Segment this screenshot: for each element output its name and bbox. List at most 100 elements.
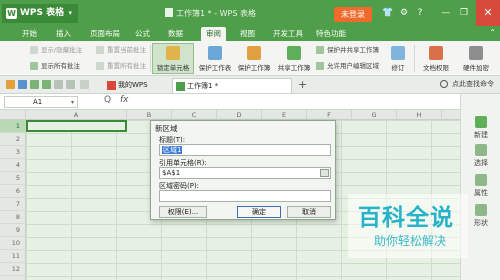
settings-icon[interactable]: ⚙ — [398, 7, 410, 19]
add-tab-icon[interactable]: + — [298, 78, 307, 91]
column-header-b[interactable]: B — [127, 110, 172, 120]
login-button[interactable]: 未登录 — [334, 7, 372, 22]
formula-bar: A1 ▾ Q fx — [0, 94, 460, 110]
show-hide-comment-button[interactable]: 显示/隐藏批注 — [30, 44, 82, 56]
fx-icon[interactable]: fx — [120, 95, 129, 105]
save-icon[interactable] — [18, 80, 27, 89]
tab-page-layout[interactable]: 页面布局 — [90, 28, 120, 40]
column-header-h[interactable]: H — [397, 110, 442, 120]
more-icon[interactable] — [80, 80, 89, 89]
doc-permission-button[interactable]: 文档权限 — [418, 43, 454, 74]
selected-cell[interactable] — [26, 120, 127, 132]
wps-logo-icon — [107, 81, 116, 90]
cursor-icon — [475, 144, 487, 156]
row-header[interactable]: 2 — [0, 133, 26, 146]
formula-input[interactable] — [134, 96, 456, 108]
tab-special[interactable]: 特色功能 — [316, 28, 346, 40]
row-header[interactable]: 12 — [0, 263, 26, 276]
protect-sheet-button[interactable]: 保护工作表 — [196, 43, 234, 74]
minimize-icon[interactable]: — — [440, 7, 452, 19]
tab-formula[interactable]: 公式 — [135, 28, 150, 40]
share-icon — [287, 46, 301, 60]
app-menu-button[interactable]: W WPS 表格 ▾ — [2, 4, 78, 23]
row-header[interactable]: 4 — [0, 159, 26, 172]
menu-bar: 开始 插入 页面布局 公式 数据 审阅 视图 开发工具 特色功能 ⌃ — [0, 26, 500, 41]
column-header-f[interactable]: F — [307, 110, 352, 120]
watermark-title: 百科全说 — [358, 205, 454, 231]
comments-icon — [30, 62, 38, 70]
panel-shapes[interactable]: 形状 — [465, 204, 497, 228]
allow-edit-ranges-button[interactable]: 允许用户编辑区域 — [316, 60, 379, 72]
permissions-button[interactable]: 权限(E)... — [159, 206, 207, 218]
comments-icon — [96, 62, 104, 70]
name-box[interactable]: A1 ▾ — [4, 96, 78, 108]
protect-workbook-button[interactable]: 保护工作簿 — [234, 43, 274, 74]
row-header[interactable]: 11 — [0, 250, 26, 263]
column-header-g[interactable]: G — [352, 110, 397, 120]
reset-all-comments-button[interactable]: 重置所有批注 — [96, 60, 146, 72]
skin-icon[interactable]: 👕 — [382, 7, 394, 19]
title-field[interactable]: 区域1 — [159, 144, 331, 156]
collapse-ribbon-icon[interactable]: ⌃ — [489, 28, 496, 37]
reset-current-comment-button[interactable]: 重置当前批注 — [96, 44, 146, 56]
track-changes-button[interactable]: 修订 — [386, 43, 410, 74]
undo-icon[interactable] — [54, 80, 63, 89]
tab-developer[interactable]: 开发工具 — [273, 28, 303, 40]
comment-icon — [96, 46, 104, 54]
row-header[interactable]: 7 — [0, 198, 26, 211]
watermark-subtitle: 助你轻松解决 — [374, 234, 447, 248]
lock-cell-button[interactable]: 锁定单元格 — [152, 43, 194, 74]
tab-workbook[interactable]: 工作簿1 * — [172, 78, 292, 93]
select-all-corner[interactable] — [0, 110, 26, 120]
ok-button[interactable]: 确定 — [237, 206, 281, 218]
panel-select[interactable]: 选择 — [465, 144, 497, 168]
column-header-a[interactable]: A — [26, 110, 127, 120]
revision-icon — [391, 46, 405, 60]
chevron-down-icon: ▾ — [70, 99, 74, 106]
tab-insert[interactable]: 插入 — [56, 28, 71, 40]
tab-data[interactable]: 数据 — [168, 28, 183, 40]
collapse-dialog-icon[interactable] — [320, 169, 329, 177]
row-header[interactable]: 3 — [0, 146, 26, 159]
zoom-icon[interactable]: Q — [104, 95, 111, 105]
show-all-comments-button[interactable]: 显示所有批注 — [30, 60, 80, 72]
new-icon — [475, 116, 487, 128]
tab-start[interactable]: 开始 — [22, 28, 37, 40]
redo-icon[interactable] — [66, 80, 75, 89]
quick-access-bar: 我的WPS 工作簿1 * + 点此查找命令 — [0, 76, 500, 94]
column-header-c[interactable]: C — [172, 110, 217, 120]
password-field[interactable] — [159, 190, 331, 202]
usb-key-icon — [469, 46, 483, 60]
column-header-e[interactable]: E — [262, 110, 307, 120]
protect-share-workbook-button[interactable]: 保护并共享工作簿 — [316, 44, 379, 56]
panel-new[interactable]: 新建 — [465, 116, 497, 140]
new-range-dialog: 新区域 标题(T): 区域1 引用单元格(R): $A$1 区域密码(P): 权… — [150, 120, 336, 220]
maximize-icon[interactable]: ❐ — [458, 7, 470, 19]
column-header-d[interactable]: D — [217, 110, 262, 120]
row-header[interactable]: 1 — [0, 120, 26, 133]
row-header[interactable]: 5 — [0, 172, 26, 185]
tab-my-wps[interactable]: 我的WPS — [104, 78, 164, 93]
preview-icon[interactable] — [42, 80, 51, 89]
row-header[interactable]: 8 — [0, 211, 26, 224]
open-icon[interactable] — [6, 80, 15, 89]
cancel-button[interactable]: 取消 — [287, 206, 331, 218]
tab-review[interactable]: 审阅 — [201, 27, 226, 41]
row-header[interactable]: 10 — [0, 237, 26, 250]
panel-properties[interactable]: 属性 — [465, 174, 497, 198]
hardware-encrypt-button[interactable]: 硬件加密 — [456, 43, 496, 74]
tab-view[interactable]: 视图 — [240, 28, 255, 40]
shapes-icon — [475, 204, 487, 216]
reference-field[interactable]: $A$1 — [159, 167, 331, 179]
document-icon — [165, 8, 173, 17]
command-search[interactable]: 点此查找命令 — [440, 79, 494, 89]
ribbon-divider — [150, 45, 151, 72]
close-icon[interactable]: ✕ — [476, 0, 500, 26]
row-header[interactable]: 9 — [0, 224, 26, 237]
workbook-lock-icon — [247, 46, 261, 60]
sheet-lock-icon — [208, 46, 222, 60]
row-header[interactable]: 6 — [0, 185, 26, 198]
help-icon[interactable]: ? — [414, 7, 426, 19]
share-workbook-button[interactable]: 共享工作簿 — [274, 43, 314, 74]
print-icon[interactable] — [30, 80, 39, 89]
